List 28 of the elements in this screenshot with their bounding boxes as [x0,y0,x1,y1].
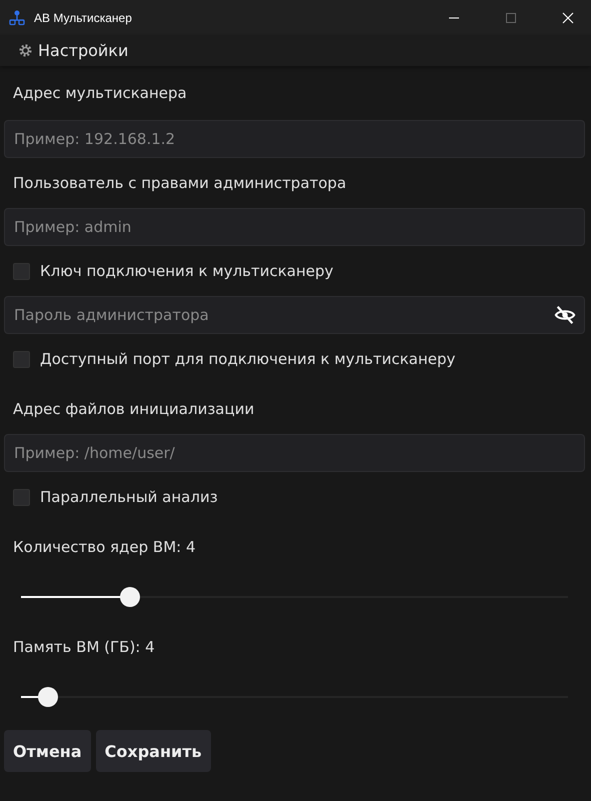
checkbox[interactable] [13,488,30,506]
hidden-eye-icon[interactable] [554,304,576,326]
menu-item[interactable]: Настройки [38,41,128,60]
slider[interactable] [21,587,568,607]
action-button[interactable]: Сохранить [96,730,211,772]
checkbox[interactable] [13,350,30,368]
maximize-icon[interactable] [505,12,517,24]
slider-thumb[interactable] [38,687,58,707]
slider-thumb[interactable] [120,587,140,607]
input-field[interactable]: Пример: /home/user/ [4,434,585,472]
field-label: Пользователь с правами администратора [13,174,346,192]
settings-icon[interactable] [18,43,33,58]
checkbox[interactable] [13,262,30,280]
input-field[interactable]: Пример: admin [4,208,585,246]
input-field[interactable]: Пример: 192.168.1.2 [4,120,585,158]
network-icon [9,10,25,26]
checkbox-label: Параллельный анализ [40,488,218,506]
checkbox-label: Ключ подключения к мультисканеру [40,262,334,280]
slider[interactable] [21,687,568,707]
password-field[interactable]: Пароль администратора [4,296,585,334]
field-label: Количество ядер ВМ: 4 [13,538,196,556]
window-title: АВ Мультисканер [34,10,132,24]
field-label: Адрес файлов инициализации [13,400,254,418]
close-icon[interactable] [562,12,574,24]
field-label: Адрес мультисканера [13,84,187,102]
field-label: Память ВМ (ГБ): 4 [13,638,155,656]
action-button[interactable]: Отмена [4,730,91,772]
checkbox-label: Доступный порт для подключения к мультисканеру [40,350,456,368]
